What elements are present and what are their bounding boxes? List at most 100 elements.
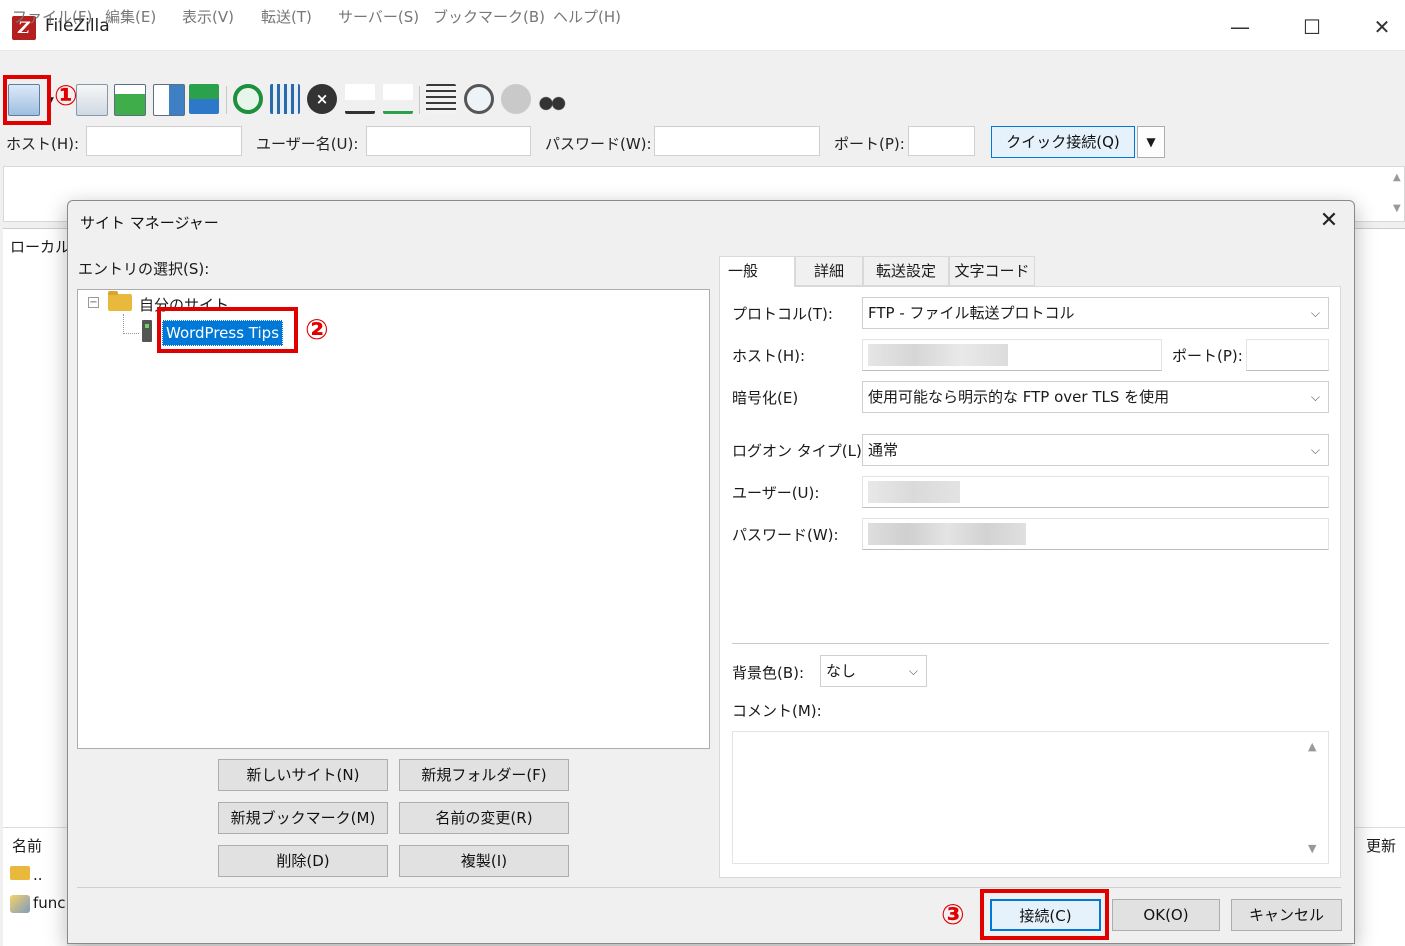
scroll-down-icon[interactable]: ▼ [1308, 842, 1316, 855]
file-row-func[interactable]: func [33, 894, 66, 912]
duplicate-button[interactable]: 複製(I) [399, 845, 569, 877]
background-color-label: 背景色(B): [732, 664, 805, 682]
quickconnect-button[interactable]: クイック接続(Q) [991, 126, 1135, 158]
toolbar-separator [226, 86, 227, 114]
toolbar-separator [419, 86, 420, 114]
quickconnect-dropdown-button[interactable]: ▼ [1137, 126, 1165, 158]
file-row-parent[interactable]: .. [33, 866, 43, 884]
new-bookmark-button[interactable]: 新規ブックマーク(M) [218, 802, 388, 834]
minimize-button[interactable]: — [1225, 12, 1255, 42]
tab-transfer-settings[interactable]: 転送設定 [863, 256, 949, 286]
site-port-label: ポート(P): [1172, 347, 1243, 365]
password-label: パスワード(W): [545, 135, 652, 153]
rename-button[interactable]: 名前の変更(R) [399, 802, 569, 834]
username-label: ユーザー名(U): [256, 135, 359, 153]
tab-charset[interactable]: 文字コード [949, 256, 1035, 286]
annotation-step2: ② [305, 313, 329, 346]
local-tree-icon[interactable] [114, 84, 146, 116]
logon-type-value: 通常 [868, 441, 899, 459]
menu-server[interactable]: サーバー(S) [338, 6, 419, 27]
annotation-box-step3 [980, 889, 1109, 940]
annotation-box-step1 [3, 75, 51, 125]
redacted-user [868, 481, 960, 503]
chevron-down-icon: ⌵ [1310, 306, 1320, 320]
refresh-icon[interactable] [233, 84, 263, 114]
site-host-input[interactable] [862, 339, 1162, 371]
username-input[interactable] [366, 126, 531, 156]
encryption-select[interactable]: 使用可能なら明示的な FTP over TLS を使用 ⌵ [862, 381, 1329, 413]
protocol-label: プロトコル(T): [732, 305, 833, 323]
scroll-up-icon[interactable]: ▲ [1393, 172, 1401, 183]
tree-connector [123, 333, 139, 334]
encryption-value: 使用可能なら明示的な FTP over TLS を使用 [868, 388, 1170, 406]
search-icon[interactable] [464, 84, 494, 114]
new-site-button[interactable]: 新しいサイト(N) [218, 759, 388, 791]
column-header-name[interactable]: 名前 [12, 835, 42, 856]
tree-collapse-icon[interactable]: − [88, 297, 99, 308]
close-window-button[interactable]: ✕ [1367, 12, 1397, 42]
filter-icon[interactable] [270, 84, 300, 114]
port-input[interactable] [908, 126, 975, 156]
section-divider [732, 643, 1329, 644]
menu-edit[interactable]: 編集(E) [105, 6, 156, 27]
redacted-password [868, 523, 1026, 545]
folder-icon [108, 291, 132, 311]
menu-bookmarks[interactable]: ブックマーク(B) [433, 6, 545, 27]
background-color-value: なし [826, 662, 857, 680]
dialog-title: サイト マネージャー [80, 214, 219, 232]
disconnect-icon[interactable] [345, 84, 375, 114]
background-color-select[interactable]: なし ⌵ [820, 655, 927, 687]
site-password-label: パスワード(W): [732, 526, 839, 544]
menu-file[interactable]: ファイル(F) [12, 6, 92, 27]
menu-transfer[interactable]: 転送(T) [261, 6, 312, 27]
reconnect-icon[interactable] [383, 84, 413, 114]
menu-view[interactable]: 表示(V) [182, 6, 234, 27]
protocol-value: FTP - ファイル転送プロトコル [868, 304, 1075, 322]
site-tree[interactable] [77, 289, 710, 749]
dialog-close-button[interactable]: ✕ [1316, 208, 1342, 234]
site-user-label: ユーザー(U): [732, 484, 820, 502]
cancel-operation-icon[interactable]: × [307, 84, 337, 114]
site-host-label: ホスト(H): [732, 347, 806, 365]
remote-tree-icon[interactable] [153, 84, 185, 116]
local-tree-panel [3, 262, 68, 827]
chevron-down-icon: ⌵ [908, 664, 918, 678]
redacted-host [868, 344, 1008, 366]
chevron-down-icon: ⌵ [1310, 443, 1320, 457]
annotation-step3: ③ [941, 898, 965, 931]
annotation-step1: ① [54, 79, 78, 112]
new-folder-button[interactable]: 新規フォルダー(F) [399, 759, 569, 791]
dialog-footer-divider [77, 887, 1341, 888]
maximize-button[interactable]: ☐ [1297, 12, 1327, 42]
comment-label: コメント(M): [732, 702, 822, 720]
site-port-input[interactable] [1246, 339, 1329, 371]
site-password-input[interactable] [862, 518, 1329, 550]
annotation-box-step2 [157, 307, 298, 353]
scroll-up-icon[interactable]: ▲ [1308, 740, 1316, 753]
logon-type-label: ログオン タイプ(L): [732, 442, 867, 460]
binoculars-icon[interactable] [537, 84, 567, 114]
comment-textarea[interactable] [732, 731, 1329, 864]
menu-help[interactable]: ヘルプ(H) [553, 6, 621, 27]
cancel-button[interactable]: キャンセル [1231, 899, 1342, 931]
directory-listing-filter-icon[interactable] [426, 84, 456, 114]
sync-browse-icon[interactable] [501, 84, 531, 114]
password-input[interactable] [654, 126, 820, 156]
logon-type-select[interactable]: 通常 ⌵ [862, 434, 1329, 466]
column-header-updated[interactable]: 更新 [1366, 835, 1396, 856]
chevron-down-icon: ⌵ [1310, 390, 1320, 404]
scroll-down-icon[interactable]: ▼ [1393, 203, 1401, 214]
tab-general[interactable]: 一般 [719, 256, 795, 287]
tab-advanced[interactable]: 詳細 [795, 256, 863, 286]
encryption-label: 暗号化(E) [732, 389, 799, 407]
ok-button[interactable]: OK(O) [1112, 899, 1220, 931]
host-input[interactable] [86, 126, 242, 156]
delete-button[interactable]: 削除(D) [218, 845, 388, 877]
host-label: ホスト(H): [6, 135, 80, 153]
protocol-select[interactable]: FTP - ファイル転送プロトコル ⌵ [862, 297, 1329, 329]
php-file-icon [10, 895, 30, 913]
message-log-icon[interactable] [76, 84, 108, 116]
transfer-queue-icon[interactable] [189, 84, 219, 114]
server-icon [142, 320, 152, 342]
site-user-input[interactable] [862, 476, 1329, 508]
